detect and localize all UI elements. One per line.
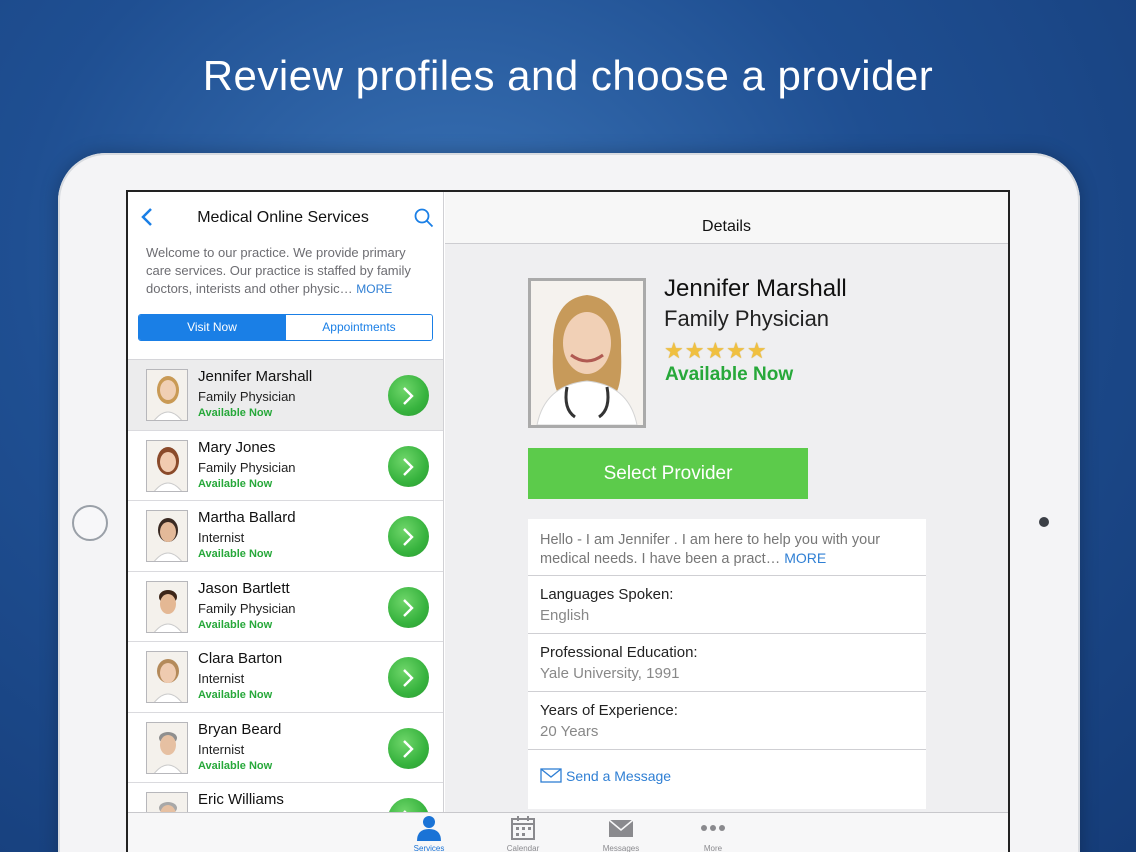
tab-more[interactable]: More xyxy=(678,815,748,852)
provider-avatar xyxy=(146,439,188,492)
visit-type-segmented-control: Visit Now Appointments xyxy=(138,314,433,341)
calendar-icon xyxy=(511,816,535,840)
field-value: English xyxy=(540,607,590,624)
chevron-right-icon[interactable] xyxy=(388,445,429,487)
bio-text: Hello - I am Jennifer . I am here to hel… xyxy=(540,532,881,567)
provider-name: Martha Ballard xyxy=(198,509,296,526)
provider-row[interactable]: Clara Barton Internist Available Now xyxy=(128,642,443,713)
provider-avatar xyxy=(146,792,188,812)
headline: Review profiles and choose a provider xyxy=(202,52,934,99)
send-message-label: Send a Message xyxy=(566,768,672,784)
provider-list: Jennifer Marshall Family Physician Avail… xyxy=(128,359,443,812)
field-value: 20 Years xyxy=(540,723,599,740)
provider-specialty: Internist xyxy=(198,741,245,757)
tab-messages[interactable]: Messages xyxy=(586,815,656,852)
provider-row[interactable]: Jennifer Marshall Family Physician Avail… xyxy=(128,360,443,431)
app-title: Medical Online Services xyxy=(197,209,369,226)
tab-label: Calendar xyxy=(506,844,540,852)
provider-name: Jason Bartlett xyxy=(198,579,290,597)
field-experience: Years of Experience: 20 Years xyxy=(528,692,926,750)
intro-more-link[interactable]: MORE xyxy=(356,282,392,296)
provider-avatar xyxy=(146,369,188,421)
provider-status: Available Now xyxy=(198,689,273,701)
field-label: Years of Experience: xyxy=(540,702,678,719)
more-dots-icon xyxy=(701,825,725,831)
provider-avatar xyxy=(146,721,188,774)
chevron-right-icon[interactable] xyxy=(388,586,429,628)
tab-label: Services xyxy=(413,844,445,852)
detail-provider-status: Available Now xyxy=(665,364,794,385)
segment-appointments[interactable]: Appointments xyxy=(285,315,432,340)
provider-row[interactable]: Jason Bartlett Family Physician Availabl… xyxy=(128,571,443,642)
chevron-right-icon[interactable] xyxy=(388,727,429,769)
envelope-icon xyxy=(608,819,634,837)
provider-bio: Hello - I am Jennifer . I am here to hel… xyxy=(528,519,926,576)
provider-row[interactable]: Martha Ballard Internist Available Now xyxy=(128,501,443,572)
home-button xyxy=(72,505,108,541)
app-screen: Medical Online Services Welcome to our p… xyxy=(126,190,1010,852)
provider-row[interactable]: Mary Jones Family Physician Available No… xyxy=(128,430,443,501)
field-education: Professional Education: Yale University,… xyxy=(528,634,926,692)
provider-status: Available Now xyxy=(198,618,273,631)
field-label: Languages Spoken: xyxy=(540,586,674,603)
provider-status: Available Now xyxy=(198,407,273,419)
chevron-right-icon[interactable] xyxy=(388,375,429,416)
provider-name: Clara Barton xyxy=(198,650,283,667)
details-header: Details xyxy=(445,192,1008,244)
provider-status: Available Now xyxy=(198,548,273,560)
provider-row[interactable]: Eric Williams xyxy=(128,783,443,812)
provider-specialty: Family Physician xyxy=(198,459,296,475)
provider-name: Mary Jones xyxy=(198,438,276,456)
tab-bar: Services Calendar Messages More xyxy=(128,812,1008,852)
provider-status: Available Now xyxy=(198,759,273,772)
select-provider-button[interactable]: Select Provider xyxy=(528,448,808,499)
provider-name: Eric Williams xyxy=(198,791,284,808)
field-languages: Languages Spoken: English xyxy=(528,576,926,634)
provider-info-card: Hello - I am Jennifer . I am here to hel… xyxy=(528,519,926,809)
bio-more-link[interactable]: MORE xyxy=(784,550,826,566)
provider-specialty: Family Physician xyxy=(198,600,296,616)
provider-name: Jennifer Marshall xyxy=(198,368,313,385)
provider-specialty: Family Physician xyxy=(198,389,296,404)
provider-avatar xyxy=(146,651,188,703)
provider-avatar xyxy=(146,510,188,562)
provider-name: Bryan Beard xyxy=(198,720,282,738)
chevron-right-icon[interactable] xyxy=(388,516,429,557)
camera-dot xyxy=(1039,517,1049,527)
details-panel: Details Jennifer Marshall Family Physici… xyxy=(445,192,1008,812)
field-value: Yale University, 1991 xyxy=(540,665,680,682)
tab-services[interactable]: Services xyxy=(394,815,464,852)
provider-specialty: Internist xyxy=(198,671,245,686)
segment-visit-now[interactable]: Visit Now xyxy=(139,315,285,340)
provider-list-panel: Medical Online Services Welcome to our p… xyxy=(128,192,444,812)
tab-label: More xyxy=(703,844,723,852)
tab-calendar[interactable]: Calendar xyxy=(488,815,558,852)
left-header: Medical Online Services xyxy=(128,192,443,244)
provider-photo xyxy=(528,278,646,428)
field-label: Professional Education: xyxy=(540,644,698,661)
provider-avatar xyxy=(146,580,188,633)
practice-intro: Welcome to our practice. We provide prim… xyxy=(128,244,443,302)
provider-status: Available Now xyxy=(198,477,273,490)
tab-label: Messages xyxy=(602,844,640,852)
send-message-link[interactable]: Send a Message xyxy=(528,750,926,784)
person-icon xyxy=(417,816,441,841)
detail-provider-name: Jennifer Marshall xyxy=(664,275,847,302)
chevron-right-icon[interactable] xyxy=(388,798,429,812)
star-rating-icon: ★★★★★ xyxy=(664,338,768,363)
detail-provider-specialty: Family Physician xyxy=(664,306,830,331)
chevron-right-icon[interactable] xyxy=(388,657,429,698)
search-icon[interactable] xyxy=(414,208,434,228)
provider-specialty: Internist xyxy=(198,530,245,545)
envelope-icon xyxy=(540,768,562,783)
provider-row[interactable]: Bryan Beard Internist Available Now xyxy=(128,712,443,783)
